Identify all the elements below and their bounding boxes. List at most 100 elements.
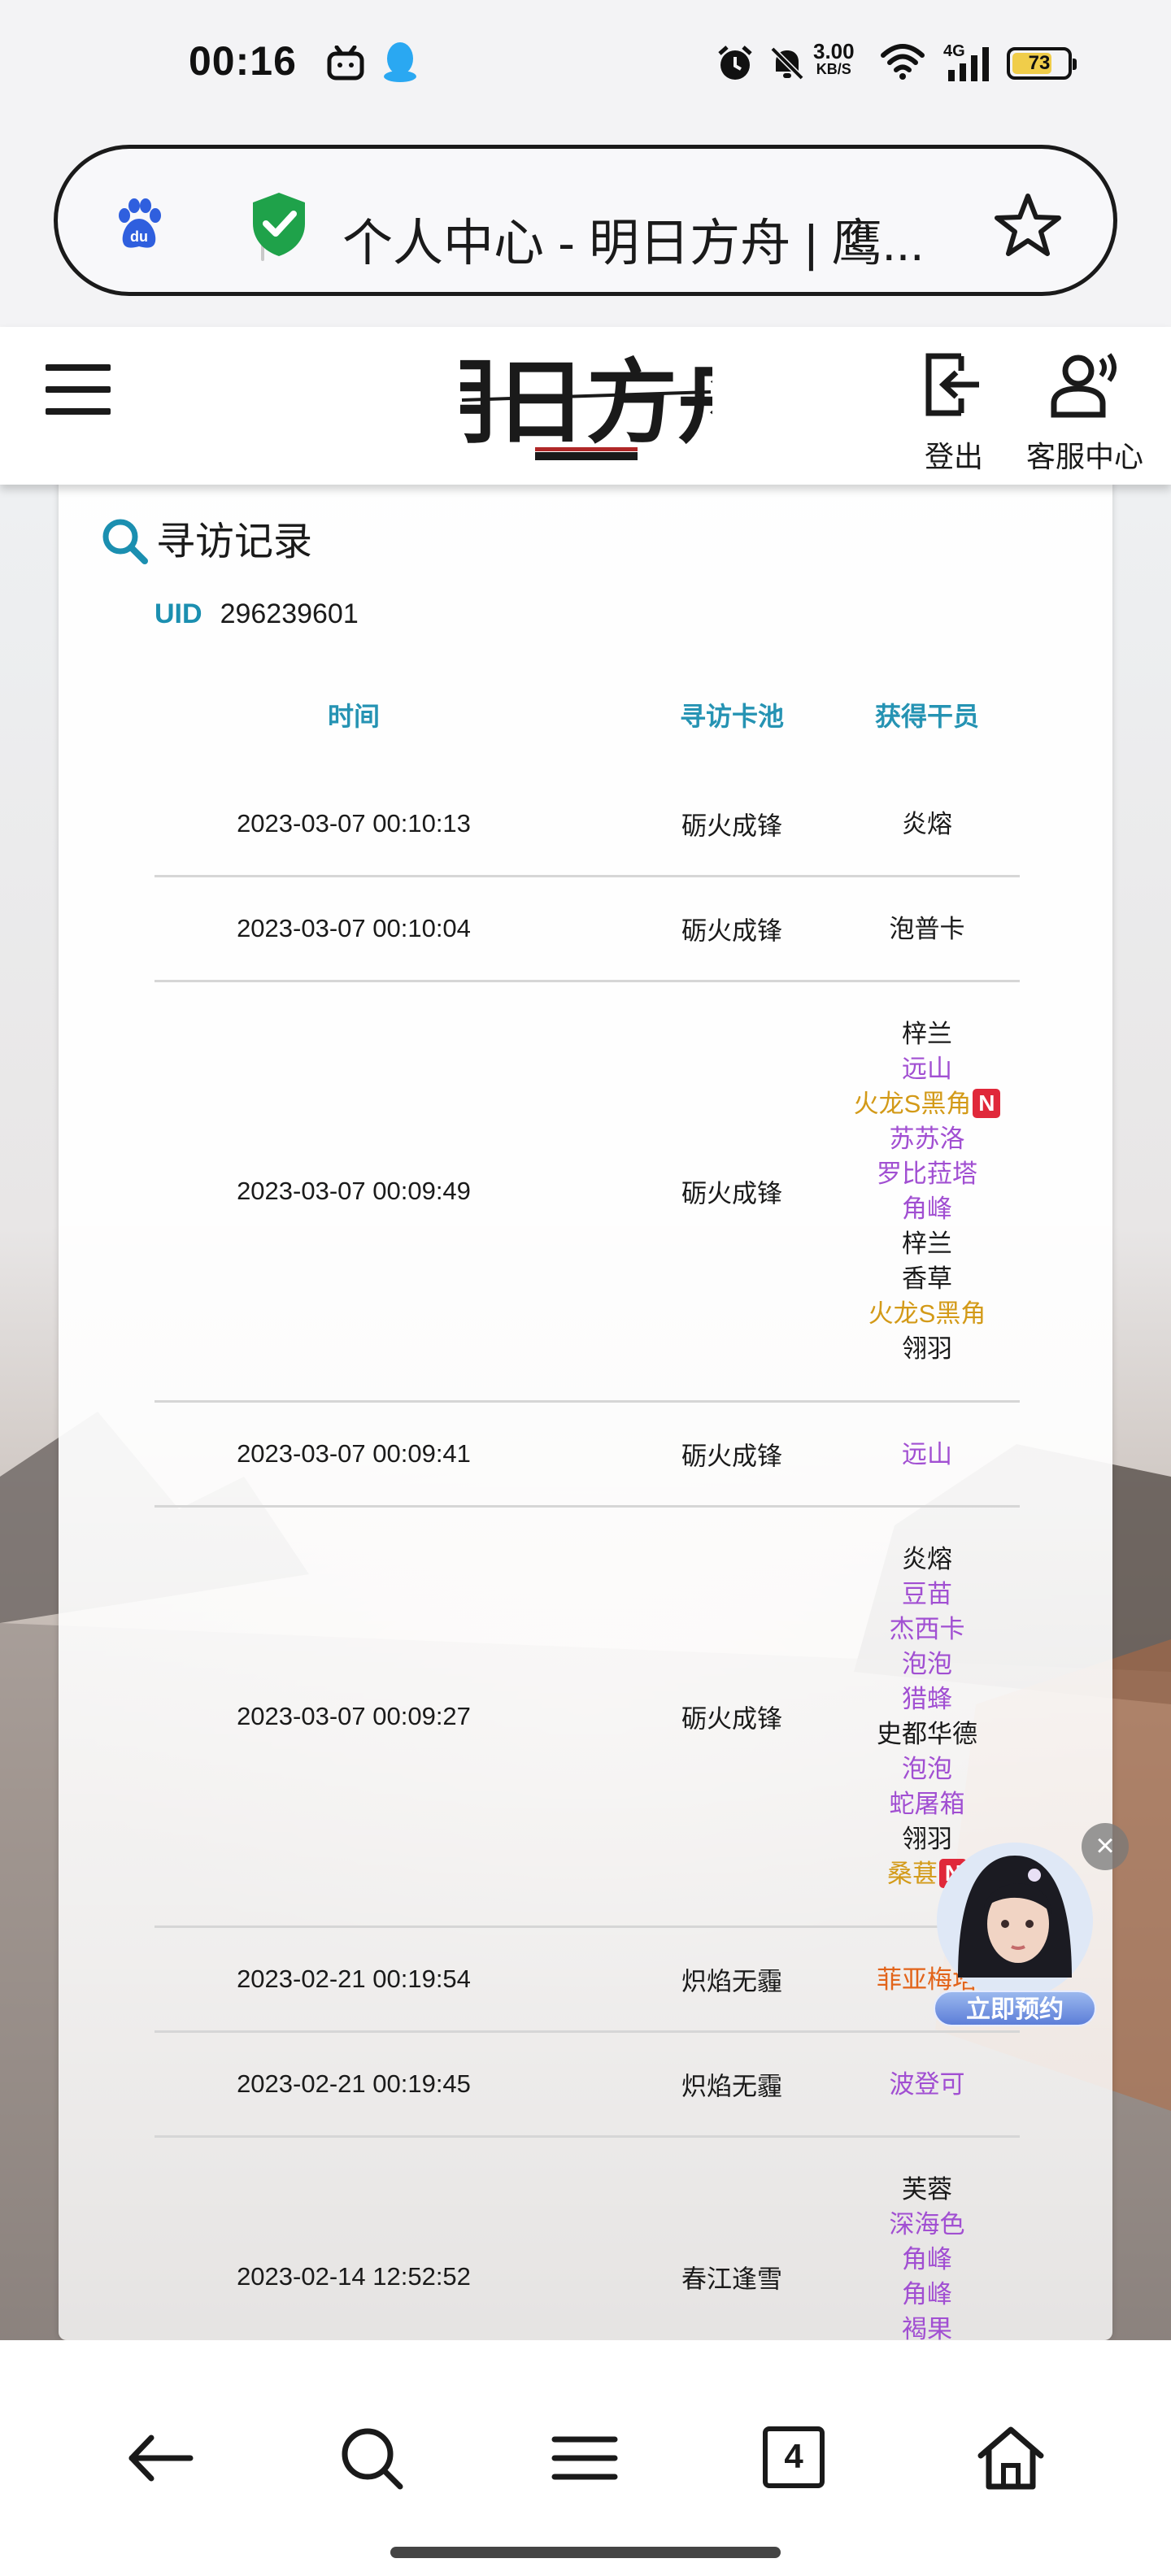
alarm-icon <box>718 46 752 80</box>
svg-text:du: du <box>130 228 148 245</box>
operator-name: 火龙S黑角 <box>821 1296 1033 1331</box>
operator-name-text: 角峰 <box>902 2280 952 2308</box>
home-icon[interactable] <box>974 2422 1047 2495</box>
operator-name-text: 角峰 <box>902 1194 952 1223</box>
status-time: 00:16 <box>189 38 297 84</box>
ad-close-icon[interactable]: × <box>1082 1823 1129 1870</box>
uid-value: 296239601 <box>220 598 359 629</box>
net-speed-unit: KB/S <box>816 61 851 77</box>
operator-name-text: 角峰 <box>902 2245 952 2274</box>
net-speed: 3.00 KB/S <box>813 41 855 76</box>
operator-name: 苏苏洛 <box>821 1121 1033 1156</box>
logout-label: 登出 <box>924 440 983 473</box>
menu-hamburger-icon[interactable] <box>46 364 111 415</box>
operator-name: 波登可 <box>821 2067 1033 2102</box>
row-pool: 砺火成锋 <box>681 1442 782 1471</box>
site-header: 明日方舟 登出 客服中心 <box>0 327 1171 485</box>
operator-name: 史都华德 <box>821 1717 1033 1751</box>
row-pool: 砺火成锋 <box>681 1179 782 1208</box>
uid-label: UID <box>155 598 202 629</box>
browser-toolbar: du 个人中心 - 明日方舟 | 鹰... <box>0 130 1171 327</box>
row-time: 2023-03-07 00:09:27 <box>237 1702 471 1730</box>
logout-button[interactable]: 登出 <box>921 351 987 476</box>
baidu-paw-icon[interactable]: du <box>113 198 165 251</box>
operator-name: 蛇屠箱 <box>821 1786 1033 1821</box>
operator-name-text: 泡普卡 <box>889 914 965 943</box>
operator-name-text: 梓兰 <box>902 1229 952 1258</box>
operator-name-text: 深海色 <box>889 2210 965 2239</box>
row-time: 2023-02-21 00:19:54 <box>237 1965 471 1993</box>
operator-name: 罗比菈塔 <box>821 1156 1033 1191</box>
operator-name-text: 火龙S黑角 <box>853 1090 972 1118</box>
row-time: 2023-03-07 00:10:04 <box>237 914 471 942</box>
operator-name: 角峰 <box>821 2242 1033 2277</box>
logo-text: 明日方舟 <box>460 350 712 456</box>
table-row: 2023-03-07 00:09:49 砺火成锋 梓兰 远山 火龙S黑角 N 苏苏洛 罗比菈塔… <box>155 982 1020 1403</box>
table-row: 2023-03-07 00:09:41 砺火成锋 远山 <box>155 1403 1020 1508</box>
qq-icon <box>384 42 416 82</box>
floating-ad[interactable]: 立即预约 <box>934 1839 1096 2026</box>
secure-shield-icon[interactable] <box>246 189 311 259</box>
ad-reserve-button[interactable]: 立即预约 <box>934 1991 1096 2026</box>
row-operators: 泡普卡 <box>821 912 1033 946</box>
page-title-in-url[interactable]: 个人中心 - 明日方舟 | 鹰... <box>342 202 993 275</box>
operator-name: 梓兰 <box>821 1226 1033 1261</box>
operator-name: 炎熔 <box>821 807 1033 842</box>
operator-name: 猎蜂 <box>821 1682 1033 1717</box>
operator-name-text: 泡泡 <box>902 1755 952 1783</box>
operator-name-text: 炎熔 <box>902 1545 952 1573</box>
row-operators: 梓兰 远山 火龙S黑角 N 苏苏洛 罗比菈塔 角峰 梓兰 香草 火龙S黑角 翎羽 <box>821 1016 1033 1366</box>
records-title-text: 寻访记录 <box>156 520 313 564</box>
back-arrow-icon[interactable] <box>124 2422 197 2495</box>
row-time: 2023-02-21 00:19:45 <box>237 2069 471 2098</box>
bilibili-icon <box>327 46 364 80</box>
operator-name-text: 猎蜂 <box>902 1685 952 1713</box>
wifi-icon <box>881 44 925 80</box>
operator-name: 豆苗 <box>821 1577 1033 1612</box>
operator-name-text: 桑葚 <box>887 1860 938 1888</box>
operator-name-text: 史都华德 <box>877 1720 977 1748</box>
customer-service-icon <box>1051 353 1117 418</box>
arknights-logo[interactable]: 明日方舟 <box>460 345 712 475</box>
operator-name: 泡泡 <box>821 1751 1033 1786</box>
operator-name-text: 杰西卡 <box>889 1615 965 1643</box>
signal-icon <box>948 47 989 81</box>
operator-name: 褐果 <box>821 2312 1033 2340</box>
records-table: 时间 寻访卡池 获得干员 2023-03-07 00:10:13 砺火成锋 炎熔 20… <box>155 675 1020 2340</box>
address-bar[interactable]: du 个人中心 - 明日方舟 | 鹰... <box>54 145 1117 296</box>
row-operators: 芙蓉深海色角峰角峰褐果焰宝N <box>821 2172 1033 2340</box>
col-pool: 寻访卡池 <box>679 702 784 731</box>
operator-name-text: 炎熔 <box>902 809 952 838</box>
operator-name: 泡普卡 <box>821 912 1033 946</box>
operator-name: 香草 <box>821 1261 1033 1296</box>
gesture-bar[interactable] <box>390 2547 781 2558</box>
menu-icon[interactable] <box>548 2422 621 2495</box>
operator-name: 远山 <box>821 1051 1033 1086</box>
table-row: 2023-02-14 12:52:52春江逢雪芙蓉深海色角峰角峰褐果焰宝N <box>155 2138 1020 2340</box>
operator-name: 深海色 <box>821 2207 1033 2242</box>
operator-name-text: 远山 <box>902 1439 952 1469</box>
bookmark-star-icon[interactable] <box>993 191 1063 261</box>
col-time: 时间 <box>327 702 380 731</box>
new-badge: N <box>973 1089 1001 1118</box>
row-pool: 春江逢雪 <box>681 2265 782 2294</box>
status-bar: 00:16 3.00 KB/S 4G 73 <box>0 0 1171 130</box>
col-operators: 获得干员 <box>874 702 979 731</box>
operator-name-text: 远山 <box>902 1055 952 1083</box>
row-pool: 炽焰无霾 <box>681 2072 782 2101</box>
search-icon[interactable] <box>335 2422 408 2495</box>
row-time: 2023-03-07 00:09:41 <box>237 1439 471 1468</box>
operator-name-text: 梓兰 <box>902 1020 952 1048</box>
row-operators: 炎熔 <box>821 807 1033 842</box>
operator-name-text: 芙蓉 <box>902 2175 952 2204</box>
table-row: 2023-03-07 00:09:27 砺火成锋 炎熔 豆苗 杰西卡 泡泡 猎蜂 史都华德 泡泡… <box>155 1508 1020 1928</box>
tabs-count-button[interactable]: 4 <box>763 2426 825 2488</box>
row-pool: 砺火成锋 <box>681 812 782 841</box>
row-time: 2023-03-07 00:10:13 <box>237 809 471 838</box>
operator-name: 火龙S黑角 N <box>821 1086 1033 1121</box>
customer-service-button[interactable]: 客服中心 <box>1026 351 1143 476</box>
table-row: 2023-02-21 00:19:54 炽焰无霾 菲亚梅塔 <box>155 1928 1020 2033</box>
records-card: 寻访记录 UID 296239601 时间 寻访卡池 获得干员 2023-03-0… <box>59 480 1112 2340</box>
table-header: 时间 寻访卡池 获得干员 <box>155 675 1020 772</box>
row-pool: 砺火成锋 <box>681 1704 782 1734</box>
